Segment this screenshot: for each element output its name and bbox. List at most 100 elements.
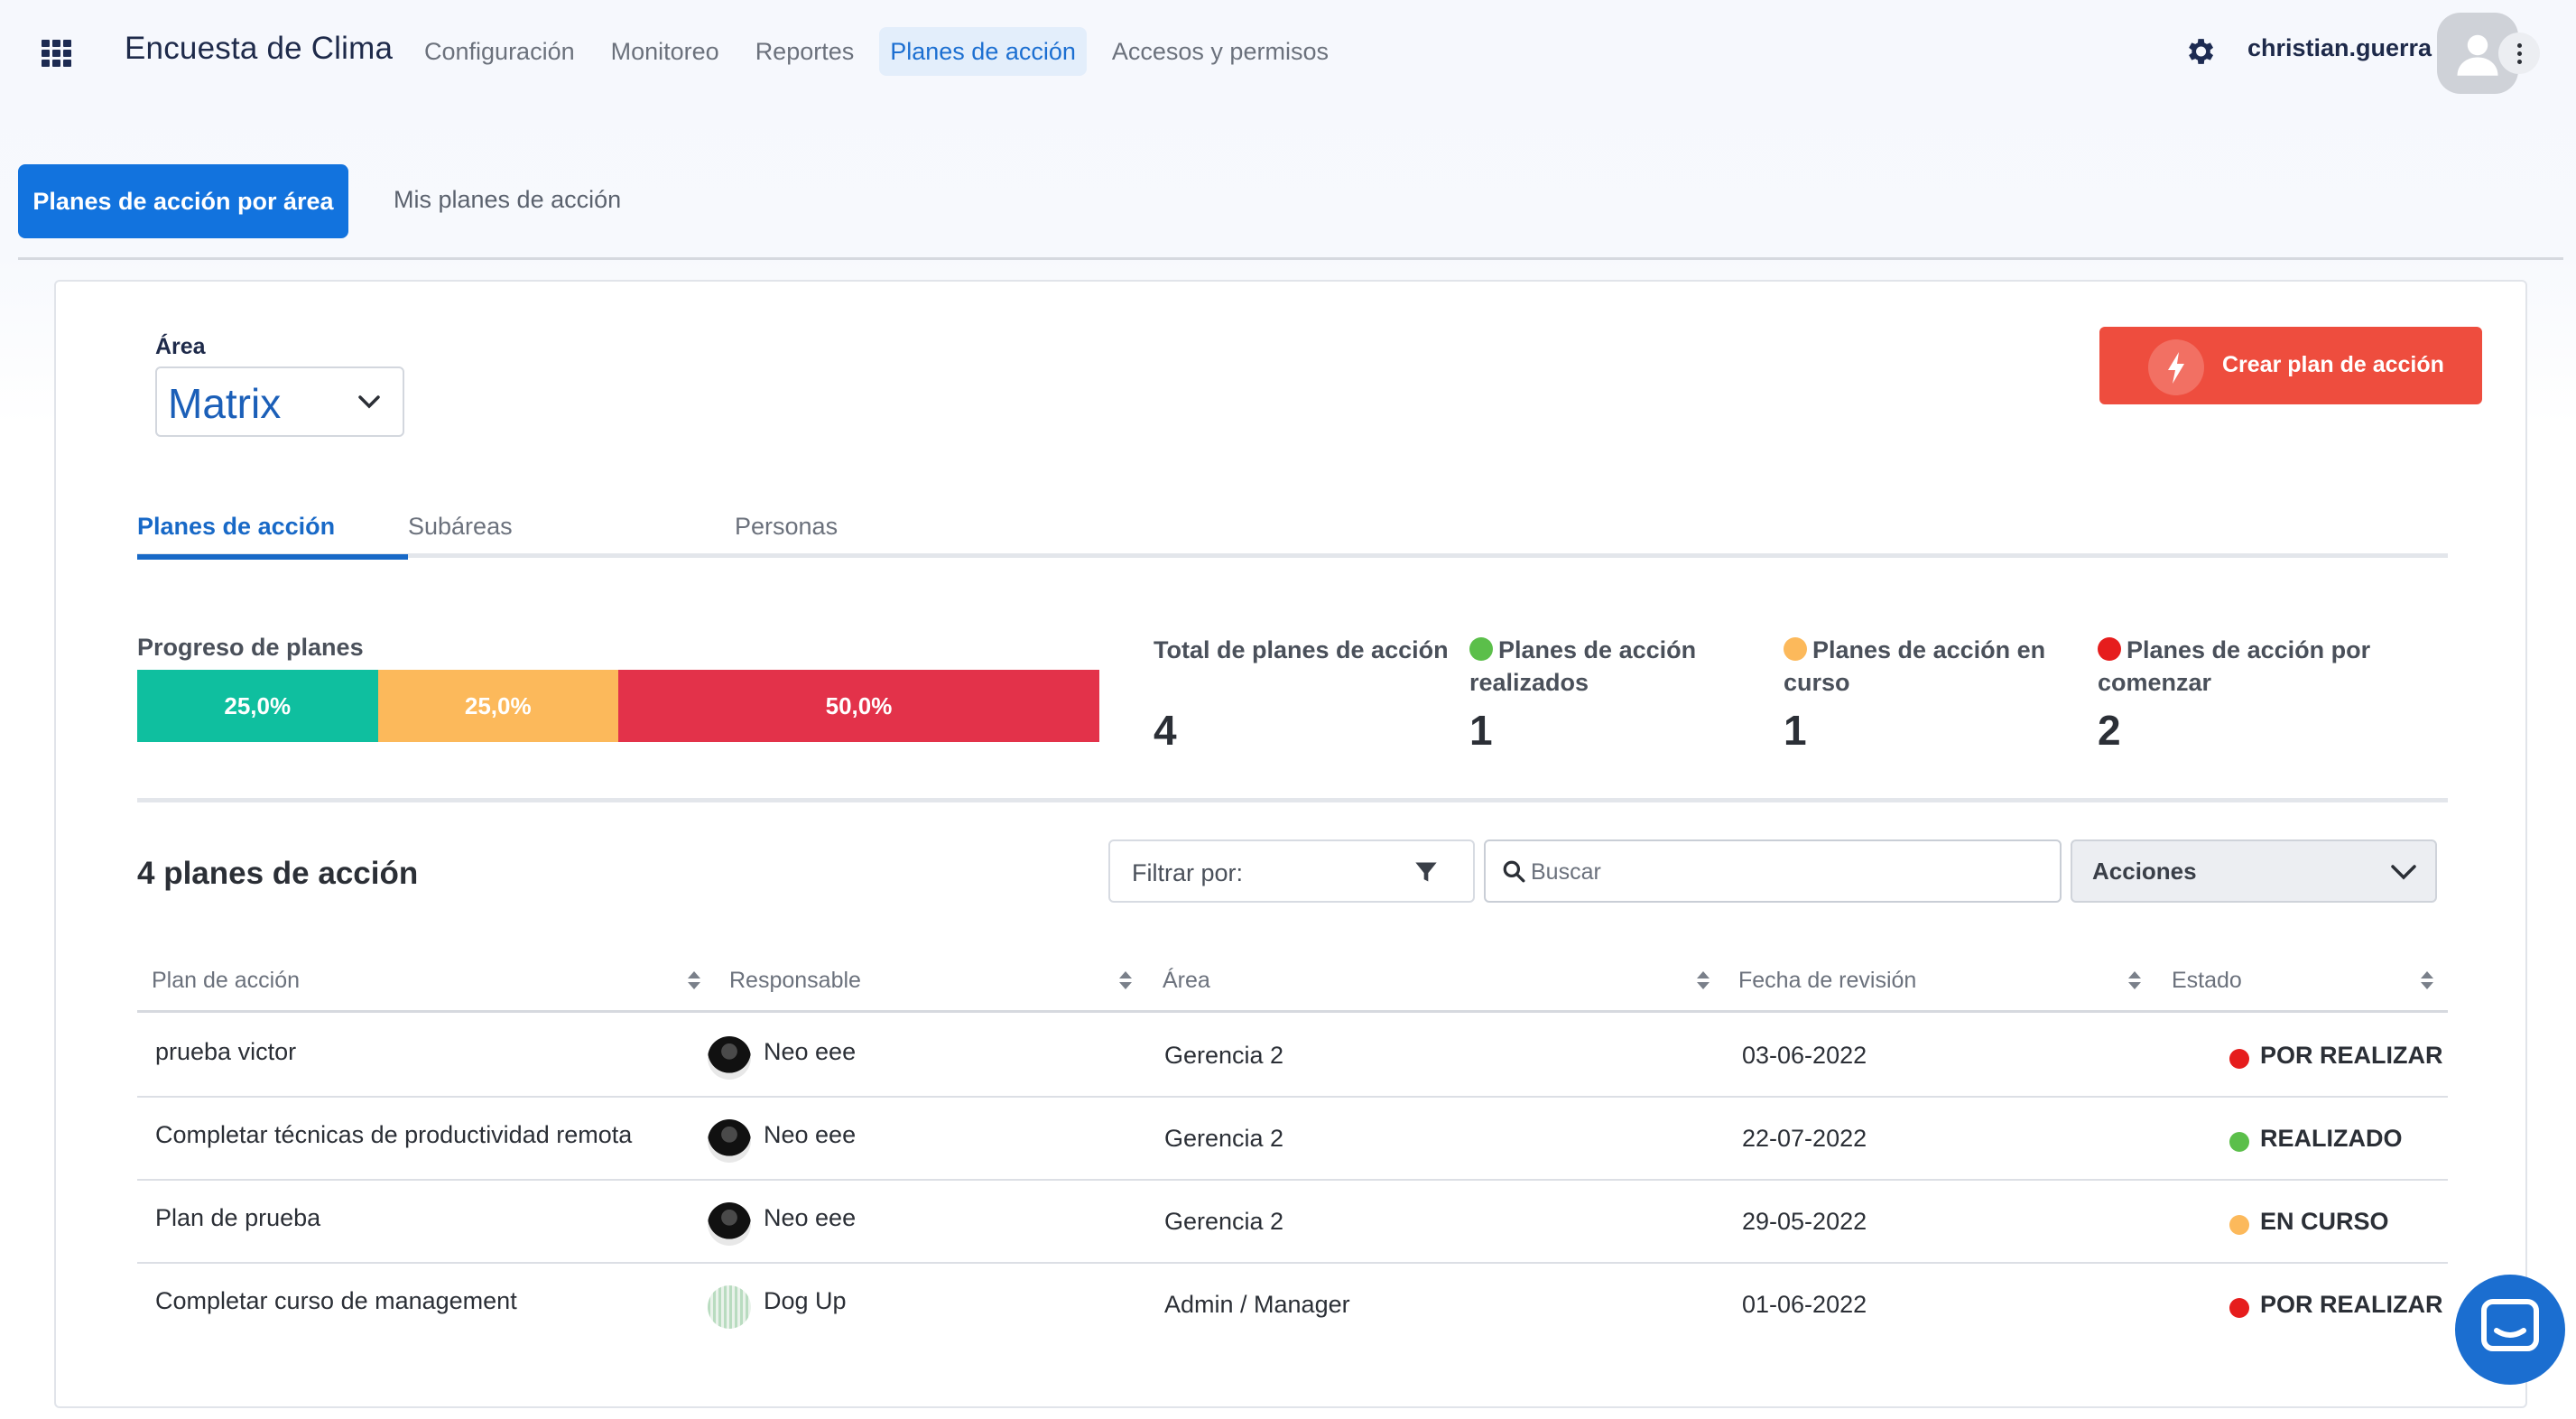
sort-icon[interactable] (688, 971, 700, 991)
plan-name[interactable]: Completar técnicas de productividad remo… (155, 1121, 632, 1149)
plan-name[interactable]: Plan de prueba (155, 1204, 320, 1232)
tab-planes-por-area[interactable]: Planes de acción por área (18, 164, 348, 238)
area: Admin / Manager (1164, 1291, 1350, 1318)
actions-dropdown[interactable]: Acciones (2071, 839, 2437, 903)
chat-button[interactable] (2455, 1275, 2565, 1385)
area: Gerencia 2 (1164, 1125, 1284, 1152)
chevron-down-icon (358, 395, 380, 409)
fecha-revision: 22-07-2022 (1742, 1125, 1867, 1152)
sort-icon[interactable] (2128, 971, 2141, 991)
stat-por-comenzar-value: 2 (2098, 707, 2121, 754)
sort-icon[interactable] (1119, 971, 1132, 991)
more-options-icon[interactable] (2498, 32, 2540, 74)
avatar (708, 1036, 751, 1080)
avatar (708, 1285, 751, 1329)
top-navigation-bar: Encuesta de Clima Configuración Monitore… (0, 0, 2576, 108)
filter-label: Filtrar por: (1132, 859, 1244, 886)
stat-total: Total de planes de acción 4 (1154, 634, 1460, 754)
fecha-revision: 01-06-2022 (1742, 1291, 1867, 1318)
create-plan-button[interactable]: Crear plan de acción (2099, 327, 2482, 404)
col-responsable[interactable]: Responsable (729, 968, 861, 994)
app-title: Encuesta de Clima (125, 31, 394, 66)
stat-realizados: Planes de acción realizados 1 (1469, 634, 1740, 754)
status-dot-icon (2229, 1215, 2249, 1235)
progress-segment: 50,0% (618, 670, 1099, 742)
main-nav: Configuración Monitoreo Reportes Planes … (413, 27, 1354, 76)
responsable: Dog Up (764, 1287, 847, 1314)
red-dot-icon (2098, 637, 2121, 661)
sort-icon[interactable] (1697, 971, 1710, 991)
stat-total-value: 4 (1154, 707, 1177, 754)
green-dot-icon (1469, 637, 1493, 661)
sort-icon[interactable] (2421, 971, 2433, 991)
user-icon (2457, 34, 2498, 76)
nav-configuracion[interactable]: Configuración (413, 27, 586, 76)
progress-segment: 25,0% (377, 670, 618, 742)
col-area[interactable]: Área (1163, 968, 1210, 994)
stat-realizados-value: 1 (1469, 707, 1493, 754)
inner-tabs: Planes de acción Subáreas Personas (137, 498, 2448, 560)
active-tab-indicator (137, 554, 408, 560)
lightning-icon (2148, 339, 2204, 395)
chevron-down-icon (2391, 865, 2416, 880)
nav-planes-de-accion[interactable]: Planes de acción (879, 27, 1087, 76)
avatar (708, 1202, 751, 1246)
fecha-revision: 29-05-2022 (1742, 1208, 1867, 1235)
area: Gerencia 2 (1164, 1208, 1284, 1235)
actions-label: Acciones (2092, 858, 2197, 885)
status-badge: REALIZADO (2260, 1125, 2403, 1152)
nav-accesos-y-permisos[interactable]: Accesos y permisos (1101, 27, 1339, 76)
gear-icon[interactable] (2182, 34, 2217, 69)
table-row[interactable]: prueba victor Neo eee Gerencia 2 03-06-2022… (137, 1015, 2448, 1098)
status-dot-icon (2229, 1049, 2249, 1069)
tab-mis-planes[interactable]: Mis planes de acción (394, 186, 621, 214)
create-plan-label: Crear plan de acción (2222, 352, 2444, 377)
status-dot-icon (2229, 1298, 2249, 1318)
plan-name[interactable]: prueba victor (155, 1038, 296, 1066)
chat-icon (2481, 1299, 2539, 1351)
fecha-revision: 03-06-2022 (1742, 1042, 1867, 1069)
col-plan[interactable]: Plan de acción (152, 968, 300, 994)
status-badge: POR REALIZAR (2260, 1291, 2443, 1318)
nav-monitoreo[interactable]: Monitoreo (600, 27, 730, 76)
stat-por-comenzar-label: Planes de acción por comenzar (2098, 636, 2371, 696)
progress-bar: 25,0% 25,0% 50,0% (137, 670, 1099, 742)
table-row[interactable]: Completar curso de management Dog Up Admin… (137, 1264, 2448, 1347)
area-select[interactable]: Matrix (155, 366, 404, 437)
search-icon (1503, 860, 1525, 883)
status-badge: POR REALIZAR (2260, 1042, 2443, 1069)
table-row[interactable]: Plan de prueba Neo eee Gerencia 2 29-05-202… (137, 1181, 2448, 1264)
responsable: Neo eee (764, 1204, 857, 1231)
col-estado[interactable]: Estado (2172, 968, 2242, 994)
tab-planes-de-accion[interactable]: Planes de acción (137, 513, 335, 541)
section-divider (137, 798, 2448, 802)
search-field[interactable] (1484, 839, 2062, 903)
filter-dropdown[interactable]: Filtrar por: (1108, 839, 1475, 903)
status-dot-icon (2229, 1132, 2249, 1152)
tab-subareas[interactable]: Subáreas (408, 513, 513, 541)
responsable: Neo eee (764, 1121, 857, 1148)
tab-personas[interactable]: Personas (735, 513, 838, 541)
stat-total-label: Total de planes de acción (1154, 636, 1449, 663)
plan-name[interactable]: Completar curso de management (155, 1287, 517, 1315)
list-title: 4 planes de acción (137, 856, 419, 891)
search-input[interactable] (1531, 854, 2036, 890)
filter-icon (1415, 862, 1437, 882)
col-fecha[interactable]: Fecha de revisión (1738, 968, 1916, 994)
area: Gerencia 2 (1164, 1042, 1284, 1069)
table-row[interactable]: Completar técnicas de productividad remo… (137, 1098, 2448, 1181)
plan-tabs: Planes de acción por área Mis planes de … (18, 164, 2563, 260)
stat-en-curso-label: Planes de acción en curso (1784, 636, 2046, 696)
orange-dot-icon (1784, 637, 1807, 661)
username[interactable]: christian.guerra (2247, 34, 2432, 62)
area-label: Área (155, 334, 206, 359)
progress-segment: 25,0% (137, 670, 378, 742)
status-badge: EN CURSO (2260, 1208, 2389, 1235)
stat-por-comenzar: Planes de acción por comenzar 2 (2098, 634, 2395, 754)
apps-grid-icon[interactable] (42, 40, 72, 67)
nav-reportes[interactable]: Reportes (745, 27, 866, 76)
stat-realizados-label: Planes de acción realizados (1469, 636, 1697, 696)
avatar (708, 1119, 751, 1163)
progress-title: Progreso de planes (137, 634, 364, 661)
responsable: Neo eee (764, 1038, 857, 1065)
